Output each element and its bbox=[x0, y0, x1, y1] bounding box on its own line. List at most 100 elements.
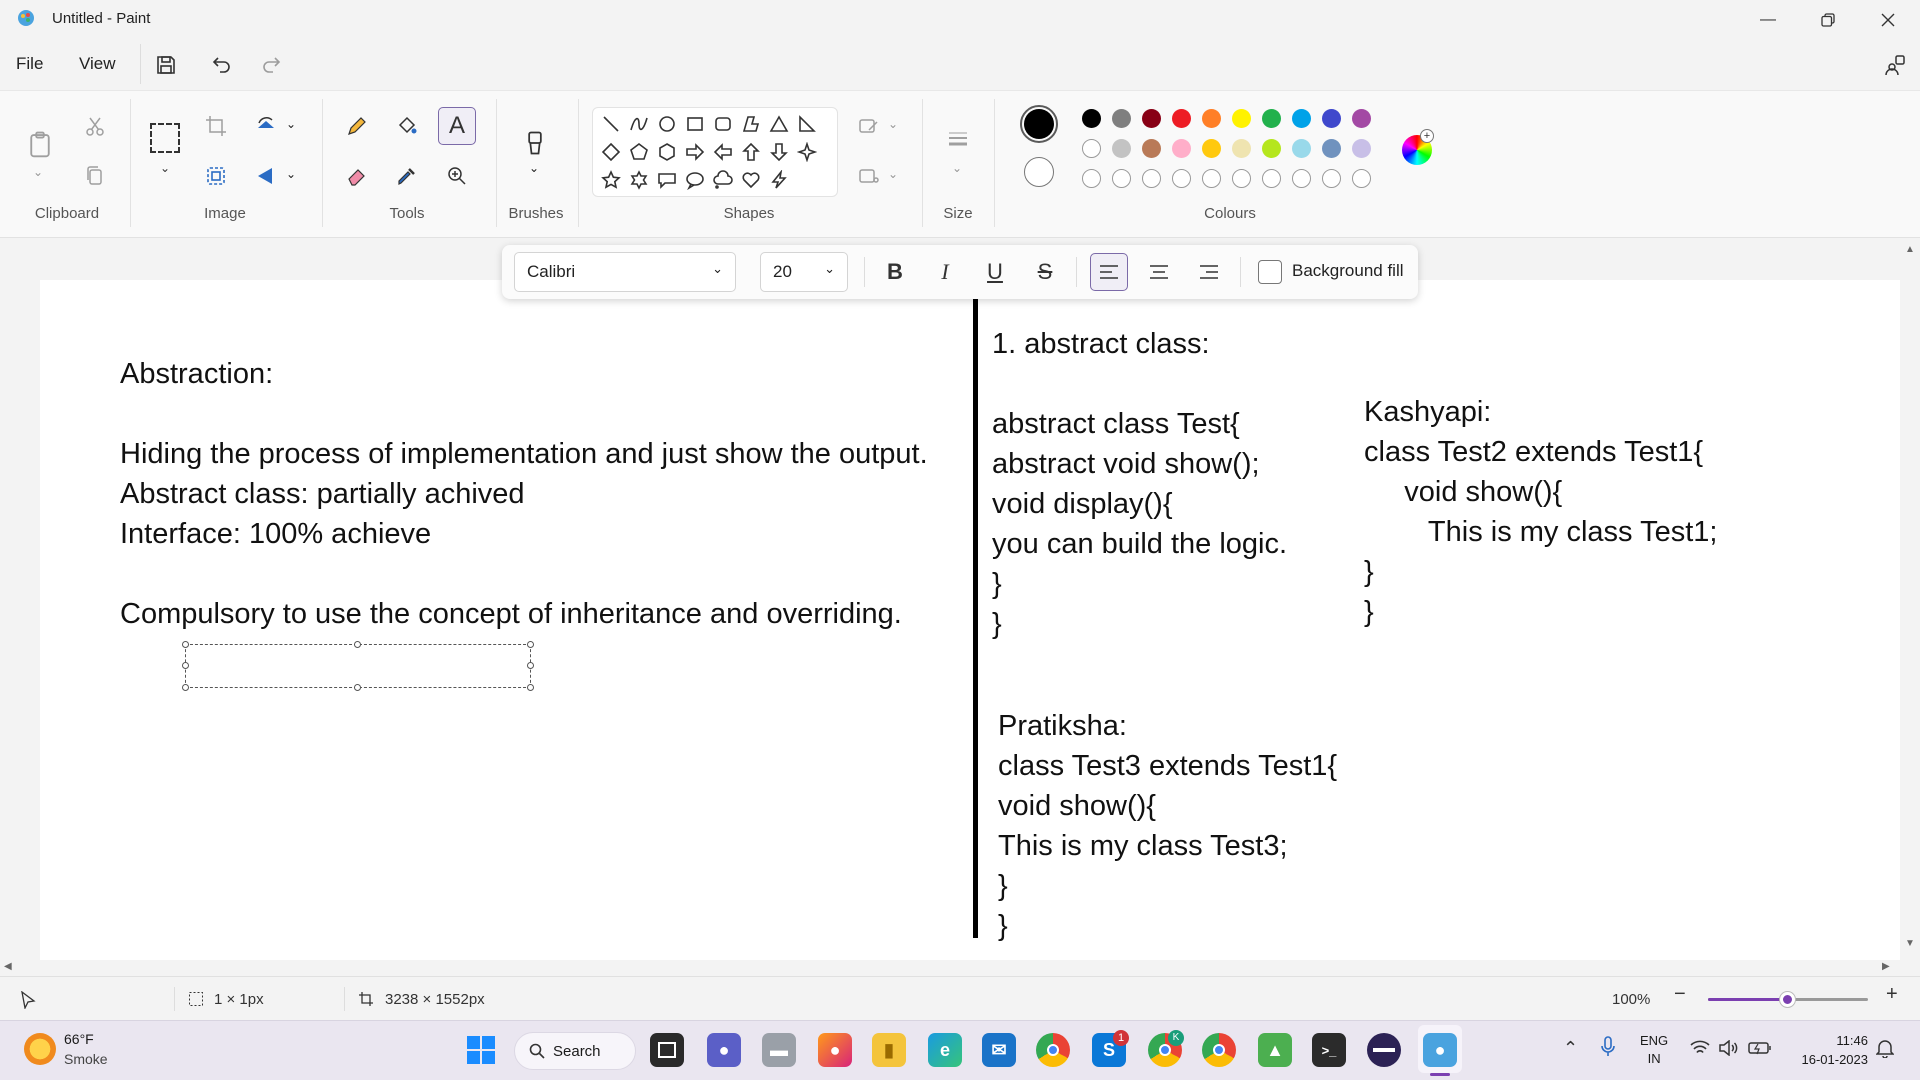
colour-swatch[interactable] bbox=[1322, 109, 1341, 128]
close-button[interactable] bbox=[1858, 0, 1918, 40]
save-button[interactable] bbox=[149, 48, 183, 82]
fill-tool[interactable] bbox=[390, 109, 424, 143]
colour-swatch[interactable] bbox=[1202, 169, 1221, 188]
chrome-profile2-button[interactable] bbox=[1202, 1033, 1236, 1067]
zoom-slider[interactable] bbox=[1708, 992, 1868, 1007]
select-chevron-icon[interactable]: ⌄ bbox=[160, 161, 170, 175]
zoom-level-text[interactable]: 100% bbox=[1612, 991, 1650, 1008]
colour-swatch[interactable] bbox=[1262, 109, 1281, 128]
align-center-button[interactable] bbox=[1140, 253, 1178, 291]
volume-icon[interactable] bbox=[1718, 1039, 1738, 1061]
colour-picker-tool[interactable] bbox=[390, 159, 424, 193]
account-button[interactable] bbox=[1878, 48, 1912, 82]
resize-handle[interactable] bbox=[354, 641, 361, 648]
colour-swatch[interactable] bbox=[1202, 109, 1221, 128]
resize-handle[interactable] bbox=[182, 641, 189, 648]
colour-swatch[interactable] bbox=[1202, 139, 1221, 158]
colour-swatch[interactable] bbox=[1172, 109, 1191, 128]
colour-swatch[interactable] bbox=[1112, 109, 1131, 128]
shape-left-arrow[interactable] bbox=[709, 138, 737, 166]
colour-swatch[interactable] bbox=[1112, 169, 1131, 188]
italic-button[interactable]: I bbox=[926, 253, 964, 291]
chrome-button[interactable] bbox=[1036, 1033, 1070, 1067]
shape-heart[interactable] bbox=[737, 166, 765, 194]
font-size-dropdown[interactable]: 20 ⌄ bbox=[760, 252, 848, 292]
menu-file[interactable]: File bbox=[16, 54, 43, 74]
vertical-scrollbar[interactable]: ▲ ▼ bbox=[1900, 238, 1920, 960]
font-family-dropdown[interactable]: Calibri ⌄ bbox=[514, 252, 736, 292]
shape-six-point-star[interactable] bbox=[625, 166, 653, 194]
minimize-button[interactable]: — bbox=[1738, 0, 1798, 40]
resize-handle[interactable] bbox=[527, 684, 534, 691]
colour-swatch[interactable] bbox=[1352, 169, 1371, 188]
crop-button[interactable] bbox=[199, 109, 233, 143]
colour-swatch[interactable] bbox=[1142, 109, 1161, 128]
edge-button[interactable]: e bbox=[928, 1033, 962, 1067]
colour-swatch[interactable] bbox=[1262, 169, 1281, 188]
shape-four-point-star[interactable] bbox=[793, 138, 821, 166]
copy-button[interactable] bbox=[78, 159, 112, 193]
firefox-button[interactable]: ● bbox=[818, 1033, 852, 1067]
shape-pentagon[interactable] bbox=[625, 138, 653, 166]
drawing-canvas[interactable]: Abstraction: Hiding the process of imple… bbox=[40, 280, 1904, 960]
scroll-left-icon[interactable]: ◀ bbox=[4, 961, 12, 972]
undo-button[interactable] bbox=[205, 48, 239, 82]
zoom-slider-thumb[interactable] bbox=[1780, 992, 1795, 1007]
outline-chevron-icon[interactable]: ⌄ bbox=[888, 117, 898, 131]
colour-swatch[interactable] bbox=[1322, 139, 1341, 158]
colour-swatch[interactable] bbox=[1352, 139, 1371, 158]
file-explorer-button[interactable]: ▮ bbox=[872, 1033, 906, 1067]
taskbar-search[interactable]: Search bbox=[514, 1032, 636, 1070]
resize-handle[interactable] bbox=[354, 684, 361, 691]
shape-rectangle[interactable] bbox=[681, 110, 709, 138]
colour-swatch[interactable] bbox=[1292, 139, 1311, 158]
shape-five-point-star[interactable] bbox=[597, 166, 625, 194]
size-button[interactable] bbox=[940, 121, 976, 157]
colour-swatch[interactable] bbox=[1292, 169, 1311, 188]
shape-down-arrow[interactable] bbox=[765, 138, 793, 166]
drive-app-button[interactable]: ▬ bbox=[762, 1033, 796, 1067]
paste-chevron-icon[interactable]: ⌄ bbox=[33, 165, 43, 179]
colour-swatch[interactable] bbox=[1082, 109, 1101, 128]
edit-colours-button[interactable]: + bbox=[1402, 129, 1434, 165]
primary-colour-selector[interactable] bbox=[1020, 105, 1058, 143]
notification-icon[interactable] bbox=[1875, 1038, 1895, 1063]
shape-oval-callout[interactable] bbox=[681, 166, 709, 194]
align-right-button[interactable] bbox=[1190, 253, 1228, 291]
colour-swatch[interactable] bbox=[1232, 109, 1251, 128]
shape-fill-chevron-icon[interactable]: ⌄ bbox=[888, 167, 898, 181]
colour-swatch[interactable] bbox=[1112, 139, 1131, 158]
colour-swatch[interactable] bbox=[1082, 169, 1101, 188]
shape-curve[interactable] bbox=[625, 110, 653, 138]
secondary-colour-swatch[interactable] bbox=[1024, 157, 1054, 187]
eclipse-button[interactable] bbox=[1367, 1033, 1401, 1067]
resize-button[interactable] bbox=[199, 159, 233, 193]
colour-swatch[interactable] bbox=[1232, 139, 1251, 158]
brushes-chevron-icon[interactable]: ⌄ bbox=[529, 161, 539, 175]
align-left-button[interactable] bbox=[1090, 253, 1128, 291]
shape-up-arrow[interactable] bbox=[737, 138, 765, 166]
start-button[interactable] bbox=[466, 1035, 496, 1070]
shape-fill-button[interactable] bbox=[852, 159, 886, 193]
cut-button[interactable] bbox=[78, 109, 112, 143]
shape-right-arrow[interactable] bbox=[681, 138, 709, 166]
colour-swatch[interactable] bbox=[1262, 139, 1281, 158]
colour-swatch[interactable] bbox=[1172, 139, 1191, 158]
underline-button[interactable]: U bbox=[976, 253, 1014, 291]
resize-handle[interactable] bbox=[527, 641, 534, 648]
text-selection-box[interactable] bbox=[182, 641, 534, 691]
resize-handle[interactable] bbox=[182, 662, 189, 669]
scroll-down-icon[interactable]: ▼ bbox=[1905, 938, 1915, 949]
colour-swatch[interactable] bbox=[1142, 169, 1161, 188]
horizontal-scrollbar[interactable]: ◀ ▶ bbox=[0, 960, 1900, 976]
paste-button[interactable] bbox=[22, 123, 58, 167]
battery-icon[interactable] bbox=[1748, 1040, 1772, 1061]
zoom-in-button[interactable]: + bbox=[1886, 983, 1898, 1006]
rotate-button[interactable] bbox=[249, 109, 283, 143]
wifi-icon[interactable] bbox=[1690, 1040, 1710, 1061]
colour-swatch[interactable] bbox=[1172, 169, 1191, 188]
shape-hexagon[interactable] bbox=[653, 138, 681, 166]
shape-rounded-rectangle[interactable] bbox=[709, 110, 737, 138]
size-chevron-icon[interactable]: ⌄ bbox=[952, 161, 962, 175]
text-tool[interactable]: A bbox=[438, 107, 476, 145]
